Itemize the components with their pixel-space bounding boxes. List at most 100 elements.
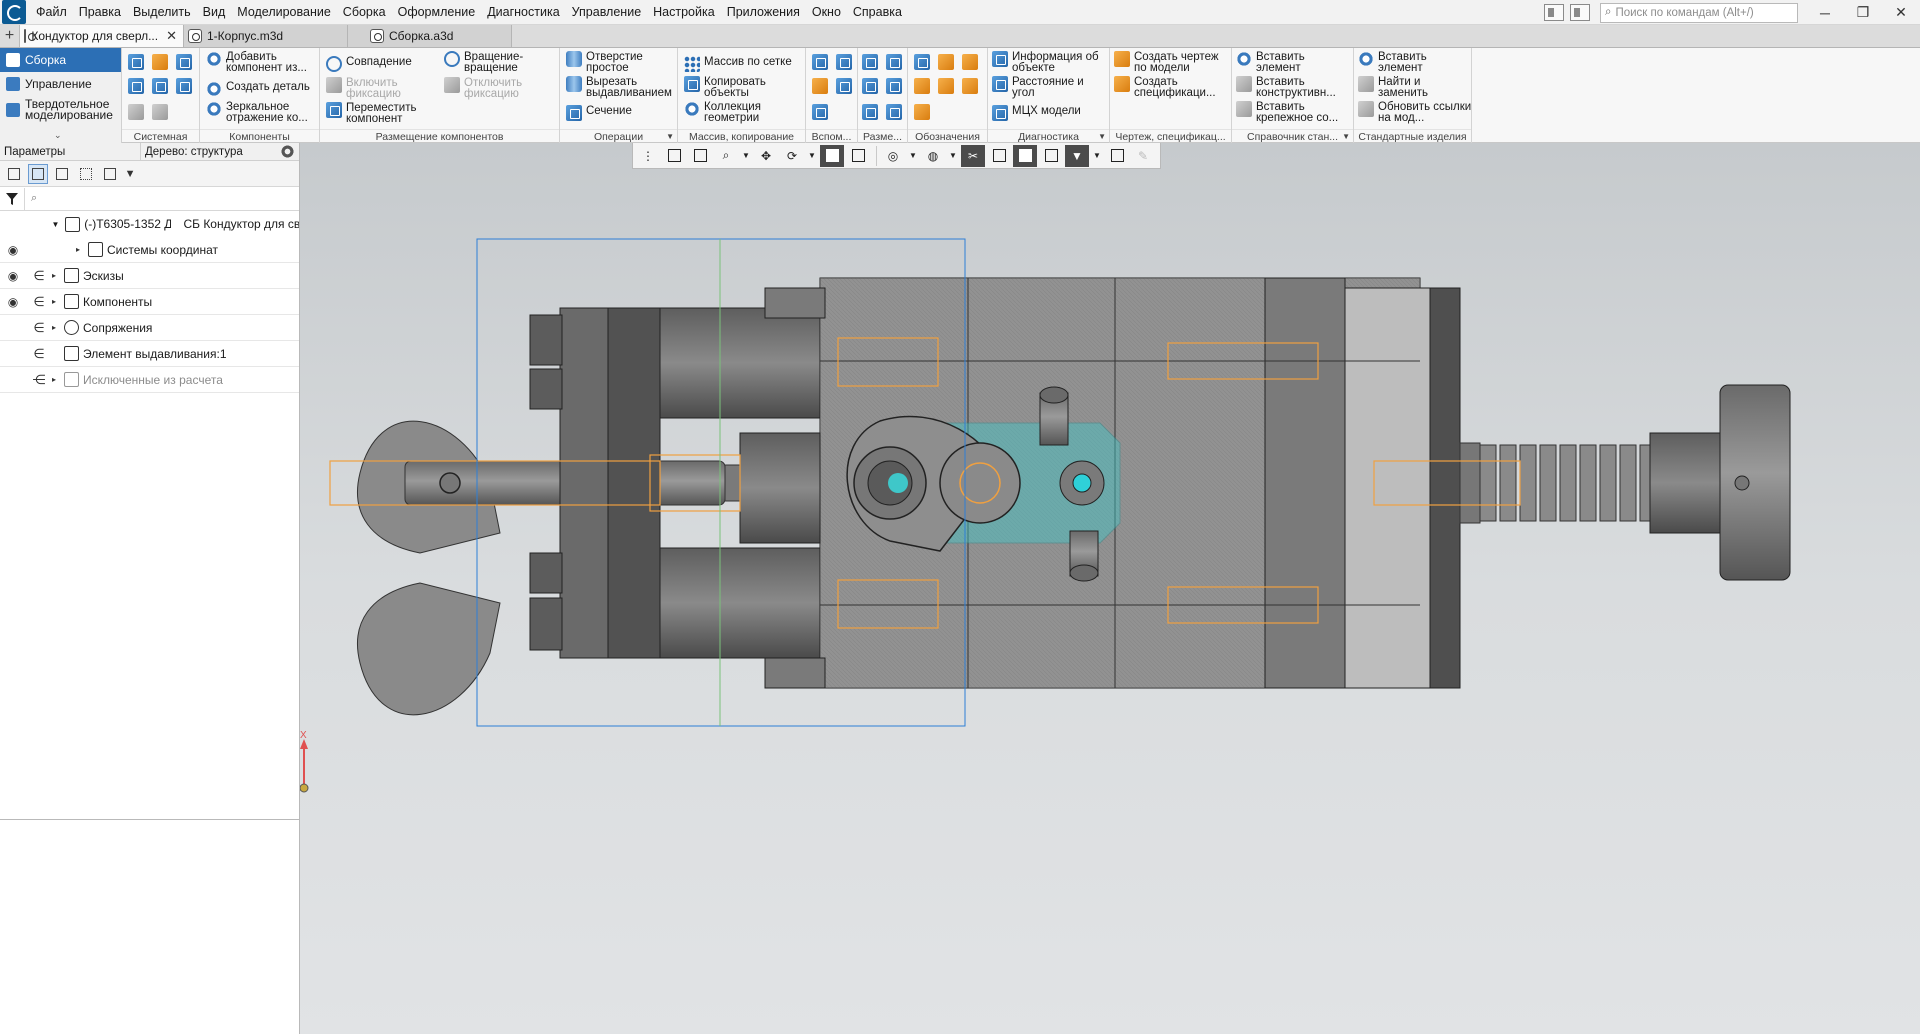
- layout-toggle-icon[interactable]: [1544, 4, 1564, 21]
- insert-fastener-button[interactable]: Вставить крепежное со...: [1236, 101, 1352, 124]
- wireframe-view-icon[interactable]: [846, 145, 870, 167]
- menu-select[interactable]: Выделить: [127, 0, 197, 25]
- chevron-down-icon[interactable]: ▼: [740, 145, 752, 167]
- tree-components-icon[interactable]: [52, 164, 72, 184]
- arc-dim-icon[interactable]: [862, 104, 878, 120]
- ribbon-tab-management[interactable]: Управление: [0, 72, 121, 96]
- redo-icon[interactable]: [152, 104, 168, 120]
- sketch-pen-icon[interactable]: ✎: [1131, 145, 1155, 167]
- geometry-collection-button[interactable]: Коллекция геометрии: [684, 101, 774, 124]
- insert-standard-element-button[interactable]: Вставить элемент: [1358, 51, 1438, 74]
- group-label[interactable]: Диагностика ▼: [988, 129, 1109, 143]
- tree-structure-icon[interactable]: [28, 163, 48, 184]
- pan-icon[interactable]: ✥: [754, 145, 778, 167]
- zoom-fit-icon[interactable]: [688, 145, 712, 167]
- menu-applications[interactable]: Приложения: [721, 0, 806, 25]
- tolerance-icon[interactable]: [914, 78, 930, 94]
- tree-check-icon[interactable]: [100, 164, 120, 184]
- menu-window[interactable]: Окно: [806, 0, 847, 25]
- close-icon[interactable]: ✕: [1882, 0, 1920, 25]
- open-folder-icon[interactable]: [152, 54, 168, 70]
- coincidence-button[interactable]: Совпадение: [326, 56, 412, 72]
- menu-file[interactable]: Файл: [30, 0, 73, 25]
- leader-icon[interactable]: [914, 54, 930, 70]
- new-file-icon[interactable]: [128, 54, 144, 70]
- copy-objects-button[interactable]: Копировать объекты: [684, 76, 774, 99]
- chevron-down-icon[interactable]: ▼: [1091, 145, 1103, 167]
- filter-icon[interactable]: [0, 187, 24, 211]
- chevron-down-icon[interactable]: ▼: [666, 130, 674, 143]
- tree-item-components[interactable]: ◉ ∈ ▸ Компоненты: [0, 289, 299, 315]
- find-replace-button[interactable]: Найти и заменить: [1358, 76, 1438, 99]
- app-logo-icon[interactable]: [2, 0, 26, 24]
- ribbon-tab-solid-modeling[interactable]: Твердотельное моделирование: [0, 96, 121, 124]
- shaded-view-icon[interactable]: [820, 144, 844, 167]
- tree-item-excluded[interactable]: ⋲ ▸ Исключенные из расчета: [0, 367, 299, 393]
- tree-root-item[interactable]: ▼ (-)Т6305-1352 Д СБ Кондуктор для св: [0, 211, 299, 237]
- roughness-icon[interactable]: [938, 54, 954, 70]
- expand-icon[interactable]: ▸: [52, 271, 64, 280]
- close-tab-icon[interactable]: ✕: [166, 28, 177, 44]
- expand-icon[interactable]: ▸: [52, 375, 64, 384]
- tab-parameters[interactable]: Параметры: [0, 146, 140, 158]
- 3d-viewport[interactable]: X Y ⋮ ⌕ ▼ ✥ ⟳ ▼ ◎ ▼ ◍ ▼ ✂ ▼ ▼ ✎: [300, 143, 1920, 1034]
- expand-icon[interactable]: ▸: [52, 297, 64, 306]
- insert-element-button[interactable]: Вставить элемент: [1236, 51, 1316, 74]
- object-info-button[interactable]: Информация об объекте: [992, 51, 1108, 74]
- tree-mode-icon[interactable]: [4, 164, 24, 184]
- tree-select-icon[interactable]: [76, 164, 96, 184]
- menu-assembly[interactable]: Сборка: [337, 0, 392, 25]
- eccentric-disc[interactable]: [939, 442, 1021, 524]
- chevron-down-icon[interactable]: ⌄: [54, 130, 62, 141]
- simple-hole-button[interactable]: Отверстие простое: [566, 51, 652, 74]
- menu-layout[interactable]: Оформление: [392, 0, 482, 25]
- radial-dim-icon[interactable]: [886, 54, 902, 70]
- insert-structural-button[interactable]: Вставить конструктивн...: [1236, 76, 1352, 99]
- tab-tree-structure[interactable]: Дерево: структура: [140, 142, 243, 161]
- menu-edit[interactable]: Правка: [73, 0, 127, 25]
- height-dim-icon[interactable]: [886, 104, 902, 120]
- expand-icon[interactable]: ▼: [0, 220, 65, 229]
- mass-properties-button[interactable]: МЦХ модели: [992, 105, 1081, 121]
- restore-icon[interactable]: ❐: [1844, 0, 1882, 25]
- distance-angle-button[interactable]: Расстояние и угол: [992, 76, 1092, 99]
- chevron-down-icon[interactable]: ▼: [1342, 130, 1350, 143]
- mirror-component-button[interactable]: Зеркальное отражение ко...: [206, 101, 316, 124]
- panels-toggle-icon[interactable]: [1570, 4, 1590, 21]
- tab-part-korpus[interactable]: 1-Корпус.m3d: [184, 25, 348, 47]
- eye-icon[interactable]: ◉: [0, 269, 26, 283]
- select-mode-icon[interactable]: ⋮: [636, 145, 660, 167]
- group-label[interactable]: Справочник стан... ▼: [1232, 129, 1353, 143]
- rotation-rotation-button[interactable]: Вращение-вращение: [444, 51, 534, 74]
- aux-point-icon[interactable]: [812, 78, 828, 94]
- chevron-down-icon[interactable]: ▼: [947, 145, 959, 167]
- create-part-button[interactable]: Создать деталь: [206, 81, 310, 97]
- eye-icon[interactable]: ◉: [0, 243, 26, 257]
- perspective-icon[interactable]: [1039, 145, 1063, 167]
- diameter-dim-icon[interactable]: [886, 78, 902, 94]
- aux-line-icon[interactable]: [812, 104, 828, 120]
- update-links-button[interactable]: Обновить ссылки на мод...: [1358, 101, 1472, 124]
- thread-icon[interactable]: [914, 104, 930, 120]
- group-label[interactable]: Операции ▼: [560, 129, 677, 143]
- tab-assembly-a3d[interactable]: Сборка.a3d: [348, 25, 512, 47]
- orient-icon[interactable]: [662, 145, 686, 167]
- disable-fixation-button[interactable]: Отключить фиксацию: [444, 77, 534, 100]
- minimize-icon[interactable]: ─: [1806, 0, 1844, 25]
- add-component-button[interactable]: Добавить компонент из...: [206, 51, 316, 74]
- command-search-input[interactable]: ⌕ Поиск по командам (Alt+/): [1600, 2, 1798, 23]
- create-drawing-button[interactable]: Создать чертеж по модели: [1114, 51, 1230, 74]
- assembly-model[interactable]: X Y: [300, 143, 1920, 1034]
- base-icon[interactable]: [962, 54, 978, 70]
- expand-icon[interactable]: ▸: [52, 323, 64, 332]
- menu-modeling[interactable]: Моделирование: [231, 0, 337, 25]
- new-tab-button[interactable]: +: [0, 25, 20, 47]
- properties-icon[interactable]: [1105, 145, 1129, 167]
- move-component-button[interactable]: Переместить компонент: [326, 102, 422, 125]
- weld-icon[interactable]: [962, 78, 978, 94]
- save-icon[interactable]: [176, 54, 192, 70]
- filter-icon[interactable]: ▼: [1065, 144, 1089, 167]
- mark-icon[interactable]: [938, 78, 954, 94]
- tree-item-sketches[interactable]: ◉ ∈ ▸ Эскизы: [0, 263, 299, 289]
- eye-icon[interactable]: ◉: [0, 295, 26, 309]
